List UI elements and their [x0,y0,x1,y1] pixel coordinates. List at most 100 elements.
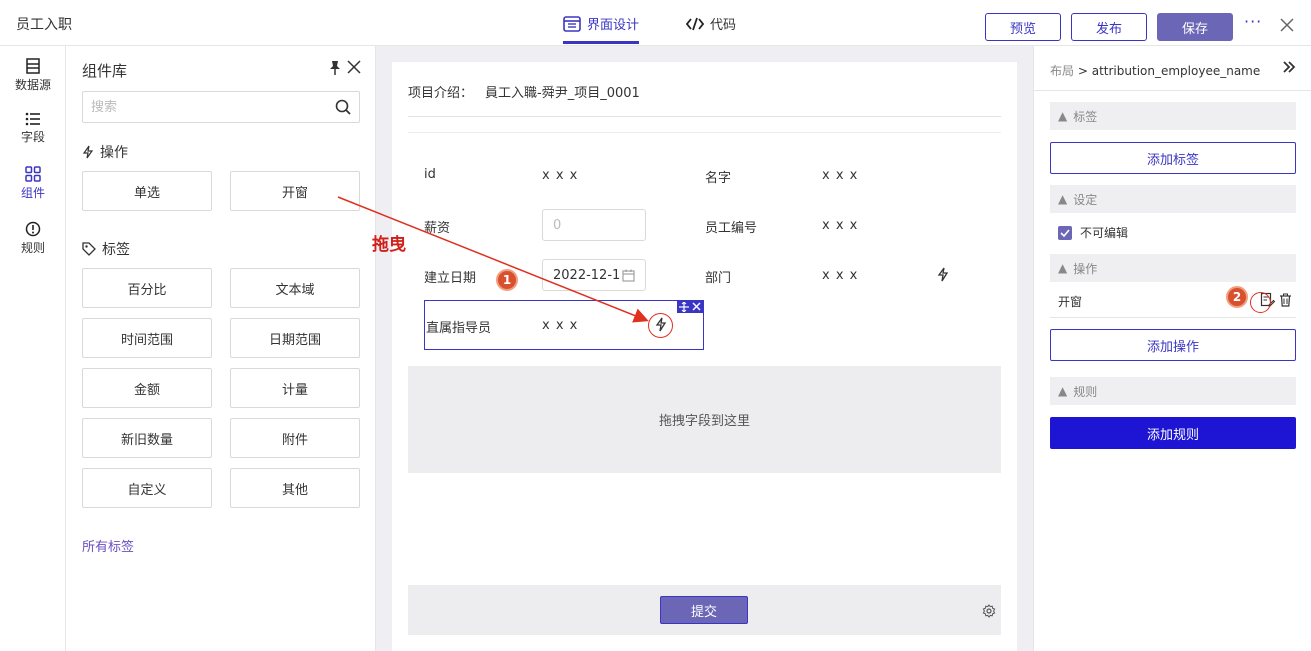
form-preview: 项目介绍： 員工入職-舜尹_项目_0001 id x x x 名字 x x x 薪… [392,62,1017,651]
check-icon [1060,228,1070,237]
field-label-salary: 薪资 [424,221,451,236]
step-1-badge: 1 [496,269,518,291]
component-popup[interactable]: 开窗 [230,171,360,211]
divider [408,132,1001,133]
breadcrumb: 布局 > attribution_employee_name [1050,64,1261,78]
tab-ui-design[interactable]: 界面设计 [563,14,640,44]
field-value-empno: x x x [822,218,859,233]
nav-item-label: 字段 [20,130,45,144]
field-value-id: x x x [542,168,579,183]
nav-item-fields[interactable]: 字段 [0,112,66,145]
nav-item-rules[interactable]: 规则 [0,221,66,256]
properties-panel: 布局 > attribution_employee_name ▲ 标签 添加标签… [1033,46,1311,651]
tab-code[interactable]: 代码 [686,14,736,33]
readonly-label: 不可编辑 [1080,226,1129,240]
highlight-ring [648,313,673,338]
component-tag[interactable]: 其他 [230,468,360,508]
lightning-icon [82,145,94,159]
more-options-icon[interactable]: ··· [1244,12,1262,31]
component-tag[interactable]: 百分比 [82,268,212,308]
selection-handle[interactable] [677,300,703,313]
app-title: 员工入职 [16,17,72,33]
code-icon [686,17,704,30]
project-intro: 项目介绍： 員工入職-舜尹_项目_0001 [408,86,640,101]
component-tag[interactable]: 日期范围 [230,318,360,358]
drag-annotation-label: 拖曳 [372,235,406,255]
top-bar: 员工入职 界面设计 代码 预览 发布 保存 ··· [0,0,1311,46]
gear-icon[interactable] [982,604,996,618]
salary-input[interactable]: 0 [542,209,646,241]
component-tag[interactable]: 新旧数量 [82,418,212,458]
nav-item-label: 数据源 [14,78,51,92]
all-tags-link[interactable]: 所有标签 [82,536,134,555]
grid-icon [25,166,41,182]
component-tag[interactable]: 时间范围 [82,318,212,358]
component-tag[interactable]: 附件 [230,418,360,458]
lightning-icon[interactable] [937,267,949,282]
readonly-checkbox[interactable] [1058,225,1072,240]
section-rules[interactable]: ▲ 规则 [1050,377,1296,405]
date-input[interactable]: 2022-12-1 [542,259,646,291]
save-button[interactable]: 保存 [1157,13,1233,41]
component-tag[interactable]: 自定义 [82,468,212,508]
database-icon [26,58,40,74]
add-tag-button[interactable]: 添加标签 [1050,142,1296,174]
section-actions[interactable]: ▲ 操作 [1050,254,1296,282]
breadcrumb-root[interactable]: 布局 [1050,64,1074,78]
divider [1034,90,1311,91]
layout-icon [563,15,581,32]
field-value-supervisor: x x x [542,318,579,333]
section-tags[interactable]: ▲ 标签 [1050,102,1296,130]
drop-zone[interactable]: 拖拽字段到这里 [408,366,1001,473]
step-2-badge: 2 [1226,286,1248,308]
pin-icon[interactable] [328,60,342,76]
field-value-dept: x x x [822,268,859,283]
breadcrumb-current: attribution_employee_name [1091,64,1261,78]
component-tag[interactable]: 金额 [82,368,212,408]
nav-item-components[interactable]: 组件 [0,166,66,201]
trash-icon[interactable] [1279,293,1292,307]
operations-section-title: 操作 [82,142,128,162]
left-nav: 数据源 字段 组件 规则 [0,46,66,651]
readonly-option[interactable]: 不可编辑 [1058,224,1128,241]
add-action-button[interactable]: 添加操作 [1050,329,1296,361]
close-icon[interactable] [347,60,361,74]
component-radio[interactable]: 单选 [82,171,212,211]
search-icon[interactable] [335,99,351,115]
info-icon [25,221,41,237]
submit-button[interactable]: 提交 [660,596,748,624]
action-item-label: 开窗 [1058,295,1083,309]
component-tag[interactable]: 文本域 [230,268,360,308]
caret-up-icon: ▲ [1058,384,1068,398]
tags-section-title: 标签 [82,239,130,259]
field-label-empno: 员工编号 [705,221,758,236]
caret-up-icon: ▲ [1058,192,1068,206]
divider [408,116,1001,117]
tab-code-label: 代码 [710,18,737,33]
field-label-id: id [424,167,436,182]
nav-item-label: 规则 [20,241,45,255]
panel-title: 组件库 [82,62,128,80]
field-label-dept: 部门 [705,271,732,286]
search-input[interactable] [83,92,313,122]
field-value-name: x x x [822,168,859,183]
list-icon [25,112,40,126]
chevron-double-right-icon[interactable] [1282,60,1296,74]
close-icon[interactable] [1280,18,1294,32]
publish-button[interactable]: 发布 [1071,13,1147,41]
section-settings[interactable]: ▲ 设定 [1050,185,1296,213]
caret-up-icon: ▲ [1058,261,1068,275]
move-icon[interactable] [678,301,689,312]
field-label-supervisor: 直属指导员 [426,321,492,336]
add-rule-button[interactable]: 添加规则 [1050,417,1296,449]
preview-button[interactable]: 预览 [985,13,1061,41]
submit-bar: 提交 [408,585,1001,635]
close-icon[interactable] [692,302,701,311]
component-tag[interactable]: 计量 [230,368,360,408]
component-search [82,91,360,123]
caret-up-icon: ▲ [1058,109,1068,123]
field-label-name: 名字 [705,171,732,186]
nav-item-label: 组件 [20,186,45,200]
calendar-icon[interactable] [622,269,635,282]
nav-item-datasource[interactable]: 数据源 [0,58,66,93]
